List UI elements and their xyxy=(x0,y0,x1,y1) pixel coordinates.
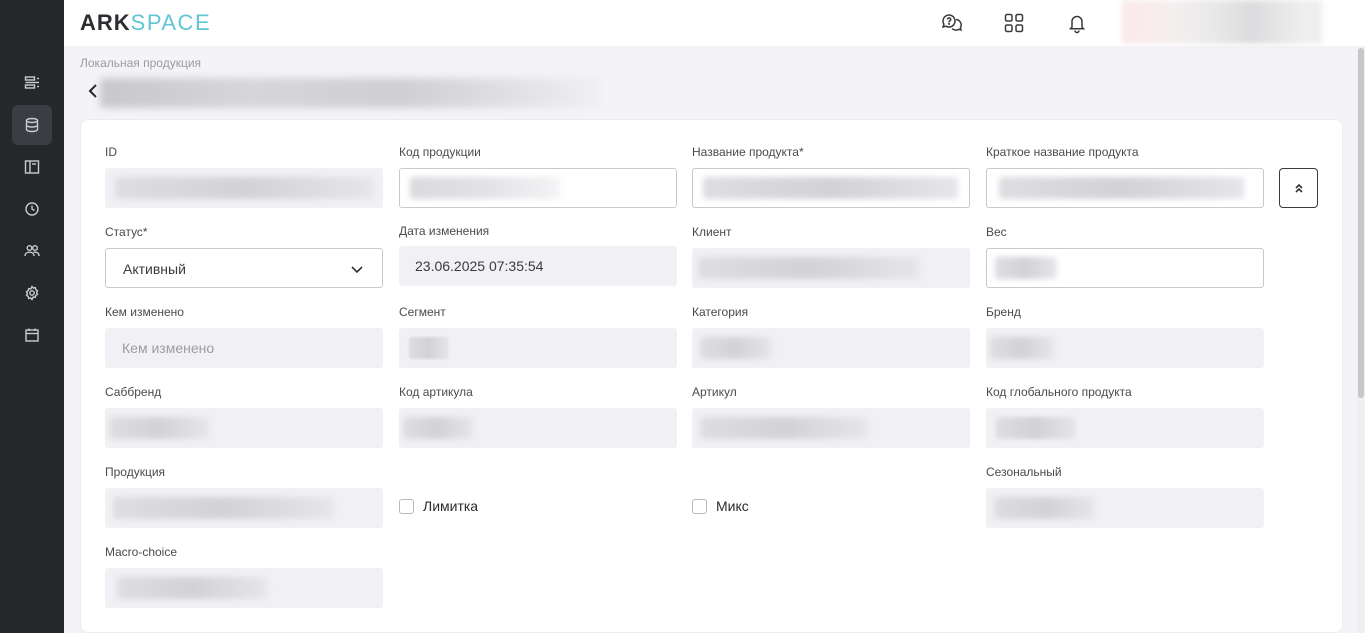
brand-field xyxy=(986,328,1264,368)
chevrons-up-icon xyxy=(1294,183,1303,193)
list-icon xyxy=(24,76,39,89)
segment-field xyxy=(399,328,677,368)
page-title xyxy=(100,78,600,108)
client-field xyxy=(692,248,970,288)
logo-part-2: SPACE xyxy=(130,10,212,35)
modified-date-label: Дата изменения xyxy=(399,224,490,238)
category-label: Категория xyxy=(692,305,749,319)
bell-icon xyxy=(1068,15,1086,34)
sidebar-item-list[interactable] xyxy=(12,63,52,103)
article-label: Артикул xyxy=(692,385,737,399)
collapse-button[interactable] xyxy=(1279,168,1318,208)
global-product-code-label: Код глобального продукта xyxy=(986,385,1132,399)
macro-choice-label: Macro-choice xyxy=(105,545,178,559)
top-bar: ARKSPACE xyxy=(64,0,1365,46)
article-code-field xyxy=(399,408,677,448)
seasonal-field xyxy=(986,488,1264,528)
apps-grid-icon xyxy=(1004,13,1024,33)
limited-checkbox-row[interactable]: Лимитка xyxy=(399,498,478,514)
sidebar-item-settings[interactable] xyxy=(12,273,52,313)
weight-label: Вес xyxy=(986,225,1007,239)
modified-by-field: Кем изменено xyxy=(105,328,383,368)
users-icon xyxy=(24,245,40,257)
breadcrumb[interactable]: Локальная продукция xyxy=(80,56,201,70)
mix-checkbox[interactable] xyxy=(692,498,707,514)
scrollbar-thumb[interactable] xyxy=(1358,48,1364,398)
subbrand-field xyxy=(105,408,383,448)
modified-by-label: Кем изменено xyxy=(105,305,184,319)
article-field xyxy=(692,408,970,448)
modified-by-placeholder: Кем изменено xyxy=(122,340,215,356)
apps-grid-button[interactable] xyxy=(1002,11,1026,35)
sidebar-item-calendar[interactable] xyxy=(12,315,52,355)
sidebar-item-users[interactable] xyxy=(12,231,52,271)
id-label: ID xyxy=(105,145,117,159)
help-chat-button[interactable] xyxy=(939,11,963,35)
chevron-down-icon xyxy=(350,262,364,276)
limited-checkbox[interactable] xyxy=(399,498,414,514)
page-scrollbar[interactable] xyxy=(1357,46,1365,633)
product-code-label: Код продукции xyxy=(399,145,481,159)
sidebar-item-layout[interactable] xyxy=(12,147,52,187)
product-name-input[interactable] xyxy=(692,168,970,208)
notifications-button[interactable] xyxy=(1065,11,1089,35)
modified-date-field: 23.06.2025 07:35:54 xyxy=(399,246,677,286)
subbrand-label: Саббренд xyxy=(105,385,162,399)
chevron-left-icon xyxy=(88,84,97,98)
short-name-label: Краткое название продукта xyxy=(986,145,1139,159)
database-icon xyxy=(25,117,39,133)
app-logo[interactable]: ARKSPACE xyxy=(80,10,211,36)
modified-date-value: 23.06.2025 07:35:54 xyxy=(415,258,544,274)
logo-part-1: ARK xyxy=(80,10,131,35)
gear-icon xyxy=(25,285,39,301)
seasonal-label: Сезональный xyxy=(986,465,1062,479)
sidebar-item-database[interactable] xyxy=(12,105,52,145)
product-name-label: Название продукта* xyxy=(692,145,804,159)
layout-icon xyxy=(24,160,40,174)
id-field xyxy=(105,168,383,208)
help-chat-icon xyxy=(941,14,962,32)
production-field xyxy=(105,488,383,528)
clock-icon xyxy=(25,202,39,216)
status-label: Статус* xyxy=(105,225,148,239)
production-label: Продукция xyxy=(105,465,166,479)
global-product-code-field xyxy=(986,408,1264,448)
status-value: Активный xyxy=(123,261,186,277)
status-select[interactable]: Активный xyxy=(105,248,383,288)
sidebar xyxy=(0,0,64,633)
user-profile[interactable] xyxy=(1122,0,1322,44)
calendar-icon xyxy=(25,328,39,342)
category-field xyxy=(692,328,970,368)
limited-label: Лимитка xyxy=(423,498,479,514)
weight-input[interactable] xyxy=(986,248,1264,288)
product-code-input[interactable] xyxy=(399,168,677,208)
article-code-label: Код артикула xyxy=(399,385,473,399)
short-name-input[interactable] xyxy=(986,168,1264,208)
segment-label: Сегмент xyxy=(399,305,446,319)
client-label: Клиент xyxy=(692,225,732,239)
mix-checkbox-row[interactable]: Микс xyxy=(692,498,749,514)
sidebar-item-history[interactable] xyxy=(12,189,52,229)
mix-label: Микс xyxy=(716,498,749,514)
macro-choice-field xyxy=(105,568,383,608)
brand-label: Бренд xyxy=(986,305,1021,319)
